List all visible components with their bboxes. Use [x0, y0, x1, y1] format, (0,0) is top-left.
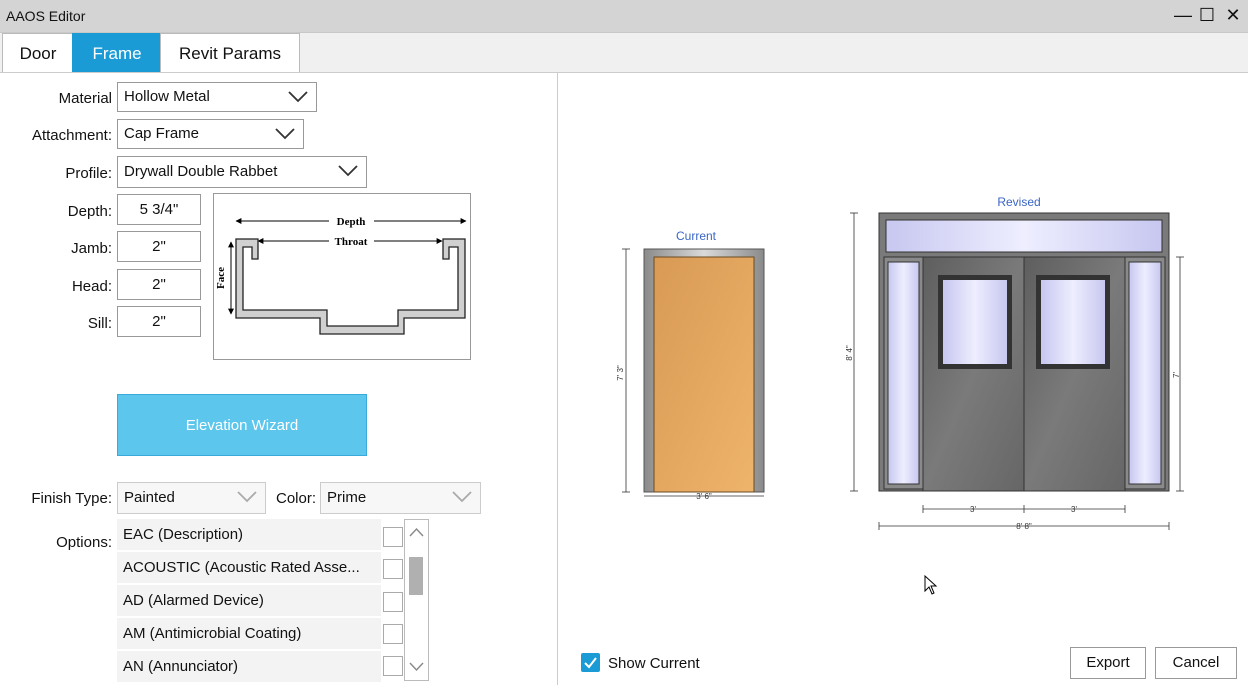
list-item[interactable]: AD (Alarmed Device) — [117, 585, 381, 617]
head-label: Head: — [71, 278, 112, 295]
revised-leaf-right-dim: 3' — [1071, 505, 1077, 514]
option-checkbox[interactable] — [383, 527, 403, 547]
sill-label: Sill: — [87, 315, 112, 332]
tab-door[interactable]: Door — [2, 33, 74, 73]
chevron-down-icon — [338, 165, 358, 177]
finish-type-select[interactable]: Painted — [117, 482, 266, 514]
revised-height-dim: 8' 4" — [845, 345, 854, 361]
attachment-select[interactable]: Cap Frame — [117, 119, 304, 149]
maximize-icon[interactable]: ☐ — [1196, 4, 1218, 26]
chevron-down-icon[interactable] — [407, 656, 426, 676]
close-icon[interactable]: ✕ — [1222, 4, 1244, 26]
profile-label: Profile: — [65, 165, 112, 182]
depth-label: Depth: — [67, 203, 112, 220]
elevation-wizard-button[interactable]: Elevation Wizard — [117, 394, 367, 456]
revised-door-height-dim: 7' — [1172, 372, 1181, 378]
color-label: Color: — [275, 490, 316, 507]
tab-revit-params[interactable]: Revit Params — [160, 33, 300, 73]
list-item[interactable]: AM (Antimicrobial Coating) — [117, 618, 381, 650]
chevron-down-icon — [452, 491, 472, 503]
chevron-down-icon — [275, 128, 295, 140]
material-select[interactable]: Hollow Metal — [117, 82, 317, 112]
depth-field[interactable]: 5 3/4" — [117, 194, 201, 225]
options-label: Options: — [56, 534, 112, 551]
title-bar: AAOS Editor — ☐ ✕ — [0, 0, 1248, 33]
cancel-button[interactable]: Cancel — [1155, 647, 1237, 679]
options-list: EAC (Description) ACOUSTIC (Acoustic Rat… — [117, 517, 407, 683]
profile-select[interactable]: Drywall Double Rabbet — [117, 156, 367, 188]
options-scrollbar[interactable] — [404, 519, 429, 681]
frame-profile-diagram: Depth Throat Face — [213, 193, 471, 360]
checkmark-icon — [584, 657, 597, 669]
option-checkbox[interactable] — [383, 656, 403, 676]
revised-door-elevation: 8' 4" 7' 3' 3' 8' 8" — [845, 212, 1184, 531]
diagram-depth-label: Depth — [337, 216, 366, 228]
frame-settings-panel: Material Hollow Metal Attachment: Cap Fr… — [0, 72, 558, 685]
material-label: Material — [58, 90, 112, 107]
attachment-label: Attachment: — [31, 127, 112, 144]
option-checkbox[interactable] — [383, 592, 403, 612]
color-value: Prime — [327, 489, 367, 506]
scrollbar-thumb[interactable] — [409, 557, 423, 595]
chevron-down-icon — [237, 491, 257, 503]
frame-profile-drawing: Depth Throat Face — [215, 216, 467, 335]
sill-field[interactable]: 2" — [117, 306, 201, 337]
revised-leaf-left-dim: 3' — [970, 505, 976, 514]
elevation-preview-panel: Current 7' 3" 3' 6" Revised 8' 4" 7' 3' … — [558, 72, 1248, 685]
chevron-up-icon[interactable] — [407, 523, 426, 543]
diagram-throat-label: Throat — [335, 236, 368, 248]
show-current-label[interactable]: Show Current — [608, 655, 700, 672]
finish-type-value: Painted — [124, 489, 175, 506]
window-title: AAOS Editor — [6, 8, 86, 24]
chevron-down-icon — [288, 91, 308, 103]
tab-frame[interactable]: Frame — [72, 33, 162, 73]
show-current-checkbox[interactable] — [581, 653, 600, 672]
finish-type-label: Finish Type: — [31, 490, 112, 507]
current-width-dim: 3' 6" — [696, 492, 712, 501]
color-select[interactable]: Prime — [320, 482, 481, 514]
current-height-dim: 7' 3" — [616, 365, 625, 381]
revised-width-dim: 8' 8" — [1016, 522, 1032, 531]
export-button[interactable]: Export — [1070, 647, 1146, 679]
list-item[interactable]: EAC (Description) — [117, 519, 381, 551]
head-field[interactable]: 2" — [117, 269, 201, 300]
current-door-elevation: 7' 3" 3' 6" — [616, 248, 765, 501]
profile-value: Drywall Double Rabbet — [124, 163, 278, 180]
jamb-field[interactable]: 2" — [117, 231, 201, 262]
material-value: Hollow Metal — [124, 88, 210, 105]
jamb-label: Jamb: — [71, 240, 112, 257]
list-item[interactable]: ACOUSTIC (Acoustic Rated Asse... — [117, 552, 381, 584]
mouse-cursor-icon — [924, 575, 938, 595]
option-checkbox[interactable] — [383, 624, 403, 644]
list-item[interactable]: AN (Annunciator) — [117, 651, 381, 683]
minimize-icon[interactable]: — — [1172, 4, 1194, 26]
attachment-value: Cap Frame — [124, 125, 200, 142]
diagram-face-label: Face — [215, 267, 227, 289]
option-checkbox[interactable] — [383, 559, 403, 579]
